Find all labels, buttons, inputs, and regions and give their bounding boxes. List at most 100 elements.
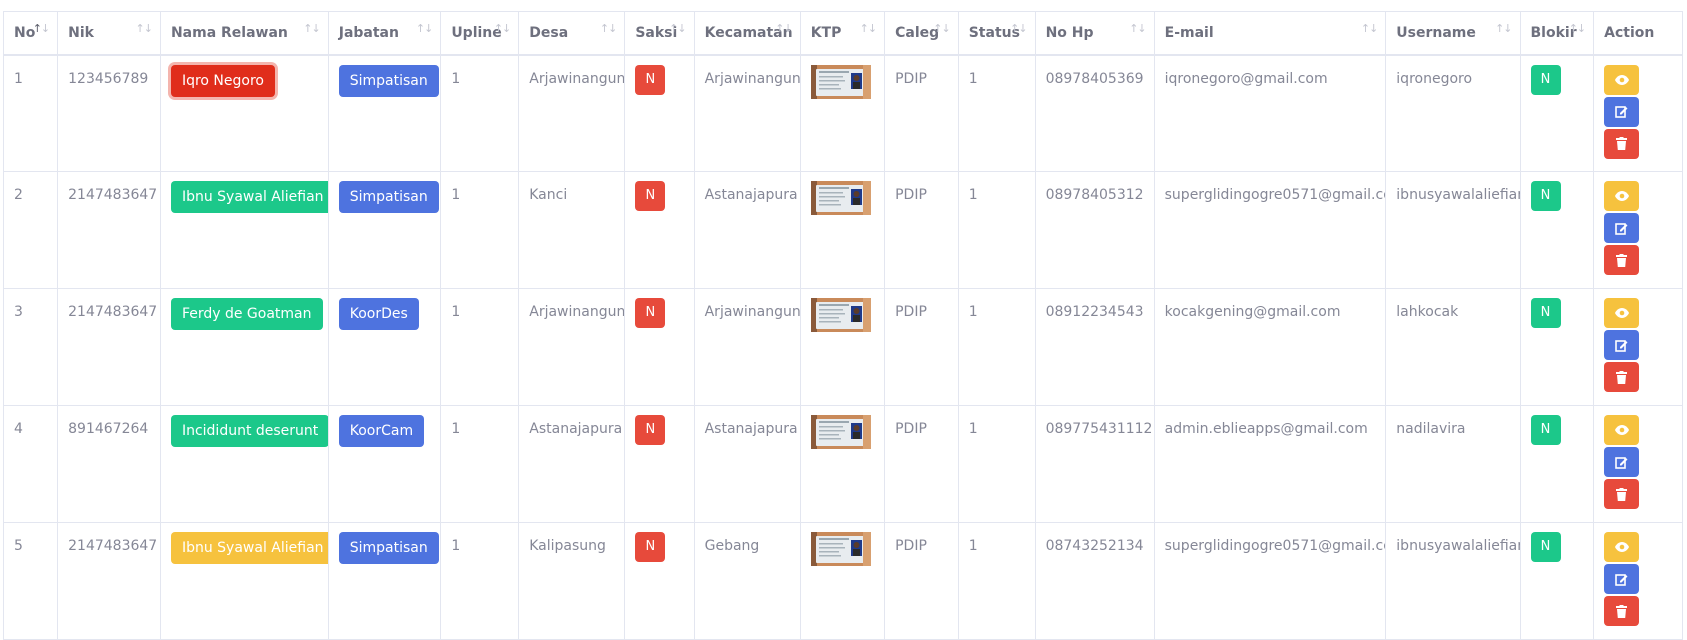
column-header-caleg[interactable]: Caleg ↑↓	[884, 11, 959, 56]
nama-relawan-badge[interactable]: Ibnu Syawal Aliefian	[170, 532, 328, 564]
upline-value: 1	[451, 187, 461, 203]
nama-relawan-badge[interactable]: Ferdy de Goatman	[170, 298, 323, 330]
cell-nama-relawan[interactable]: Ibnu Syawal Aliefian	[159, 522, 329, 640]
ktp-image[interactable]	[810, 415, 871, 449]
edit-button[interactable]	[1604, 564, 1640, 594]
column-header-upline[interactable]: Upline ↑↓	[440, 11, 520, 56]
kecamatan-value: Arjawinangun	[704, 70, 801, 87]
nama-relawan-badge[interactable]: Ibnu Syawal Aliefian	[170, 181, 328, 213]
jabatan-badge[interactable]: Simpatisan	[338, 64, 439, 97]
cell-jabatan[interactable]: Simpatisan	[327, 522, 442, 640]
sort-icon[interactable]: ↑↓	[600, 22, 617, 35]
column-header-email[interactable]: E-mail ↑↓	[1153, 11, 1387, 56]
column-header-saksi[interactable]: Saksi ↑↓	[624, 11, 695, 56]
view-button[interactable]	[1604, 181, 1640, 211]
trash-icon	[1616, 137, 1628, 150]
view-button[interactable]	[1604, 298, 1640, 328]
status-value: 1	[968, 187, 978, 203]
cell-jabatan[interactable]: KoorDes	[327, 288, 442, 406]
jabatan-badge[interactable]: KoorDes	[338, 298, 419, 330]
delete-button[interactable]	[1604, 479, 1640, 509]
delete-button[interactable]	[1604, 596, 1640, 626]
sort-icon[interactable]: ↑↓	[933, 22, 950, 35]
column-header-nama-relawan[interactable]: Nama Relawan ↑↓	[159, 11, 329, 56]
edit-button[interactable]	[1604, 447, 1640, 477]
column-header-label: Nama Relawan	[170, 24, 288, 41]
delete-button[interactable]	[1604, 128, 1640, 159]
blokir-badge[interactable]: N	[1530, 298, 1561, 328]
nama-relawan-badge[interactable]: Incididunt deserunt	[170, 415, 328, 447]
cell-ktp[interactable]	[799, 171, 886, 289]
cell-nama-relawan[interactable]: Ibnu Syawal Aliefian	[159, 171, 329, 289]
cell-ktp[interactable]	[799, 288, 886, 406]
delete-button[interactable]	[1604, 245, 1640, 275]
cell-blokir[interactable]: N	[1519, 288, 1595, 406]
sort-icon[interactable]: ↑↓	[33, 22, 50, 35]
ktp-image[interactable]	[810, 298, 871, 332]
sort-icon[interactable]: ↑↓	[136, 22, 153, 35]
sort-icon[interactable]: ↑↓	[860, 22, 877, 35]
column-header-kecamatan[interactable]: Kecamatan ↑↓	[693, 11, 801, 56]
edit-button[interactable]	[1604, 213, 1640, 243]
cell-blokir[interactable]: N	[1519, 405, 1595, 523]
jabatan-badge[interactable]: KoorCam	[338, 415, 425, 447]
column-header-jabatan[interactable]: Jabatan ↑↓	[327, 11, 442, 56]
view-button[interactable]	[1604, 64, 1640, 95]
column-header-nik[interactable]: Nik ↑↓	[57, 11, 161, 56]
blokir-badge[interactable]: N	[1530, 181, 1561, 211]
edit-button[interactable]	[1604, 96, 1640, 127]
edit-button[interactable]	[1604, 330, 1640, 360]
column-header-status[interactable]: Status ↑↓	[957, 11, 1036, 56]
cell-nama-relawan[interactable]: Incididunt deserunt	[159, 405, 329, 523]
sort-icon[interactable]: ↑↓	[1495, 22, 1512, 35]
phone-value: 08978405369	[1045, 70, 1144, 87]
jabatan-badge[interactable]: Simpatisan	[338, 181, 439, 213]
view-button[interactable]	[1604, 415, 1640, 445]
cell-upline: 1	[440, 288, 520, 406]
sort-icon[interactable]: ↑↓	[775, 22, 792, 35]
ktp-image[interactable]	[810, 64, 871, 99]
cell-nama-relawan[interactable]: Iqro Negoro	[159, 54, 329, 172]
sort-icon[interactable]: ↑↓	[494, 22, 511, 35]
sort-icon[interactable]: ↑↓	[1010, 22, 1027, 35]
column-header-blokir[interactable]: Blokir ↑↓	[1519, 11, 1595, 56]
cell-blokir[interactable]: N	[1519, 171, 1595, 289]
delete-button[interactable]	[1604, 362, 1640, 392]
column-header-action[interactable]: Action	[1593, 11, 1683, 56]
blokir-badge[interactable]: N	[1530, 415, 1561, 445]
column-header-no-hp[interactable]: No Hp ↑↓	[1034, 11, 1155, 56]
sort-icon[interactable]: ↑↓	[1361, 22, 1378, 35]
cell-jabatan[interactable]: Simpatisan	[327, 171, 442, 289]
cell-status: 1	[957, 522, 1036, 640]
action-buttons	[1604, 415, 1672, 509]
cell-ktp[interactable]	[799, 405, 886, 523]
cell-ktp[interactable]	[799, 522, 886, 640]
sort-icon[interactable]: ↑↓	[1129, 22, 1146, 35]
cell-jabatan[interactable]: KoorCam	[327, 405, 442, 523]
column-header-no[interactable]: No ↑↓	[2, 11, 59, 56]
cell-blokir[interactable]: N	[1519, 522, 1595, 640]
ktp-image[interactable]	[810, 181, 871, 215]
blokir-badge[interactable]: N	[1530, 64, 1561, 95]
cell-ktp[interactable]	[799, 54, 886, 172]
table-body: 1 123456789 Iqro Negoro Simpatisan 1 Arjawina…	[2, 54, 1683, 640]
blokir-badge[interactable]: N	[1530, 532, 1561, 562]
cell-desa: Astanajapura	[518, 405, 626, 523]
cell-nama-relawan[interactable]: Ferdy de Goatman	[159, 288, 329, 406]
sort-icon[interactable]: ↑↓	[303, 22, 320, 35]
column-header-ktp[interactable]: KTP ↑↓	[799, 11, 886, 56]
column-header-username[interactable]: Username ↑↓	[1385, 11, 1521, 56]
column-header-desa[interactable]: Desa ↑↓	[518, 11, 626, 56]
kecamatan-value: Astanajapura	[704, 187, 798, 203]
cell-blokir[interactable]: N	[1519, 54, 1595, 172]
action-buttons	[1604, 64, 1672, 159]
ktp-image[interactable]	[810, 532, 871, 566]
view-button[interactable]	[1604, 532, 1640, 562]
nama-relawan-badge[interactable]: Iqro Negoro	[170, 64, 275, 97]
jabatan-badge[interactable]: Simpatisan	[338, 532, 439, 564]
cell-jabatan[interactable]: Simpatisan	[327, 54, 442, 172]
sort-icon[interactable]: ↑↓	[416, 22, 433, 35]
sort-icon[interactable]: ↑↓	[1569, 22, 1586, 35]
sort-icon[interactable]: ↑↓	[669, 22, 686, 35]
table-header-row: No ↑↓ Nik ↑↓ Nama Relawan ↑↓ Jabatan ↑↓ Upline ↑↓…	[2, 11, 1683, 56]
